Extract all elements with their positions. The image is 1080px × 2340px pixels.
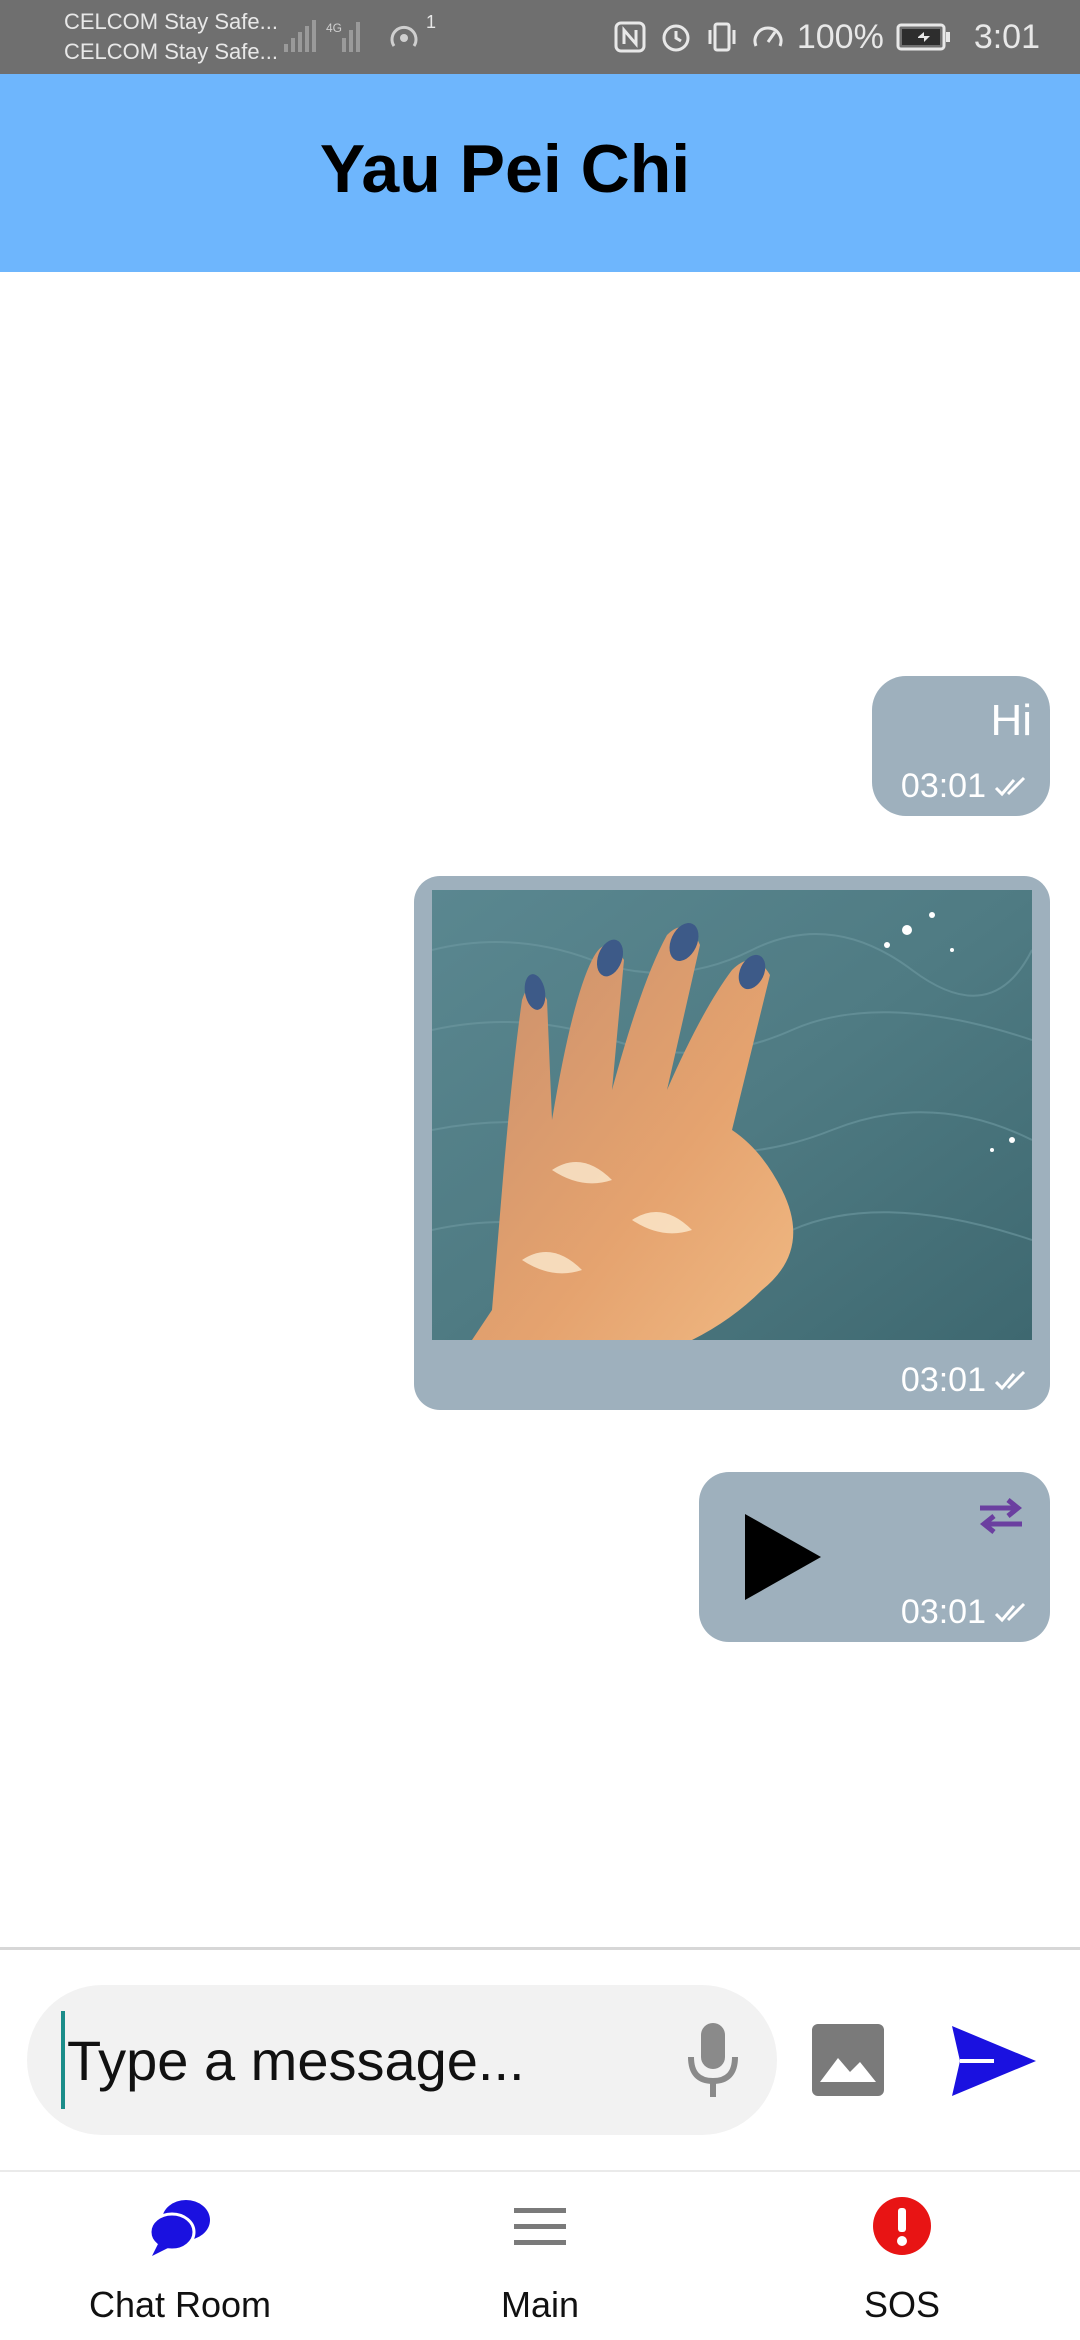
double-check-icon <box>994 1370 1026 1390</box>
nav-label-main: Main <box>500 2284 580 2325</box>
nav-item-chat-room[interactable]: Chat Room <box>30 2172 330 2340</box>
nav-label-chat-room: Chat Room <box>88 2284 272 2325</box>
image-gallery-icon[interactable] <box>810 2022 886 2098</box>
double-check-icon <box>994 776 1026 796</box>
chat-bubbles-icon <box>148 2200 210 2256</box>
message-bubble-audio[interactable]: 03:01 <box>699 1472 1050 1642</box>
double-check-icon <box>994 1602 1026 1622</box>
send-icon[interactable] <box>950 2024 1038 2098</box>
message-time: 03:01 <box>900 1593 986 1631</box>
bottom-navigation: Chat Room Main SOS <box>0 2172 1080 2340</box>
message-list[interactable]: Hi 03:01 03:01 03:01 <box>0 0 1080 1947</box>
message-meta: 03:01 <box>901 1361 1032 1400</box>
message-time: 03:01 <box>900 1361 986 1399</box>
message-input[interactable] <box>61 2011 621 2109</box>
message-time: 03:01 <box>900 767 986 805</box>
microphone-icon[interactable] <box>683 2019 743 2103</box>
photo-hand-in-water <box>432 890 1032 1340</box>
composer-divider <box>0 1947 1080 1950</box>
message-meta: 03:01 <box>901 767 1032 806</box>
message-bubble-image[interactable]: 03:01 <box>414 876 1050 1410</box>
play-icon[interactable] <box>743 1512 823 1602</box>
swap-icon[interactable] <box>976 1496 1026 1536</box>
composer-field[interactable] <box>27 1985 777 2135</box>
alert-icon <box>873 2197 931 2255</box>
nav-item-main[interactable]: Main <box>390 2172 690 2340</box>
message-meta: 03:01 <box>901 1593 1032 1632</box>
message-bubble-text[interactable]: Hi 03:01 <box>872 676 1050 816</box>
message-photo[interactable] <box>432 890 1032 1340</box>
nav-item-sos[interactable]: SOS <box>752 2172 1052 2340</box>
nav-label-sos: SOS <box>863 2284 941 2325</box>
menu-icon <box>514 2208 566 2245</box>
message-text: Hi <box>990 696 1032 745</box>
